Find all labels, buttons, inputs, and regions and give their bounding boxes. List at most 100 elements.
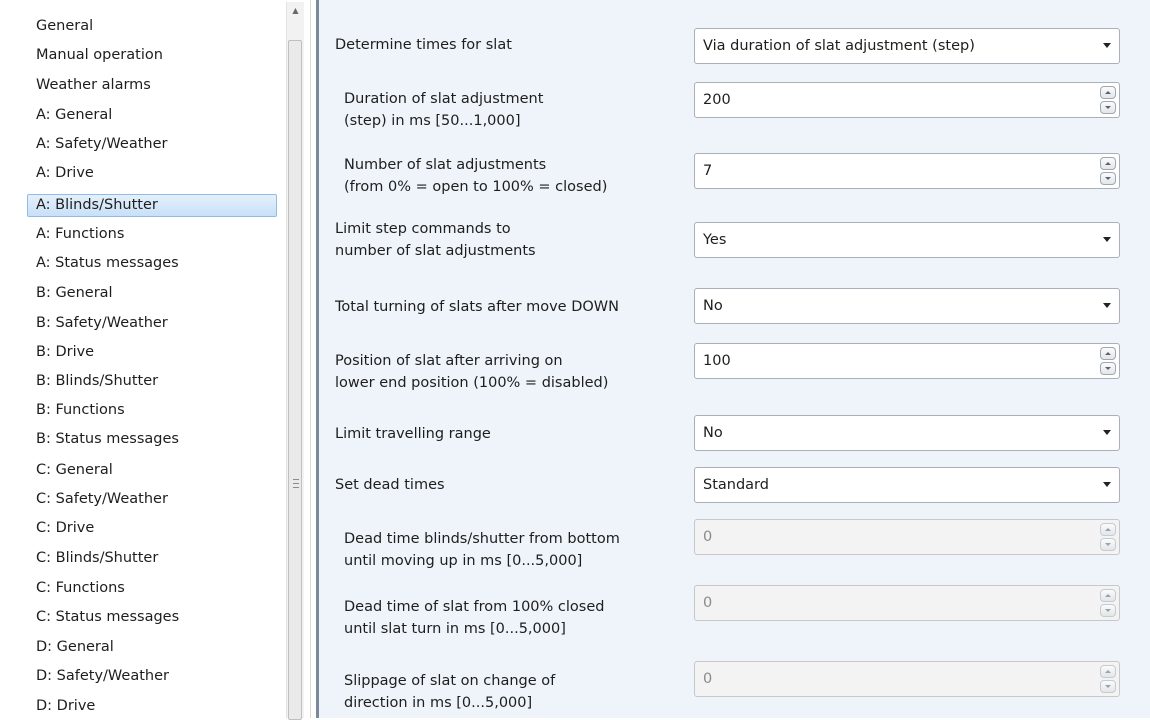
tree-item[interactable]: General [28,15,278,38]
parameter-label-line: lower end position (100% = disabled) [335,375,609,391]
parameter-dropdown[interactable]: No [694,288,1120,324]
spinner-buttons [1100,86,1116,114]
parameter-spinner[interactable]: 200 [694,82,1120,118]
parameter-label: Determine times for slat [335,34,512,56]
spin-up-button [1100,665,1116,678]
parameter-label-line: Number of slat adjustments [344,157,547,173]
spin-up-button [1100,523,1116,536]
spinner-buttons [1100,589,1116,617]
parameter-dropdown[interactable]: No [694,415,1120,451]
parameter-dropdown[interactable]: Via duration of slat adjustment (step) [694,28,1120,64]
parameter-label-line: Total turning of slats after move DOWN [335,299,619,315]
tree-item[interactable]: B: Status messages [28,428,278,451]
tree-item[interactable]: B: Blinds/Shutter [28,370,278,393]
scroll-up-arrow-icon[interactable]: ▲ [287,2,304,19]
arrow-down-icon [1105,177,1111,180]
parameter-label-line: Slippage of slat on change of [344,673,556,689]
arrow-down-icon [1105,367,1111,370]
tree-item[interactable]: A: Functions [28,223,278,246]
parameter-spinner: 0 [694,661,1120,697]
parameter-label: Duration of slat adjustment (step) in ms … [344,88,543,132]
spin-down-button [1100,680,1116,693]
tree-item[interactable]: A: Safety/Weather [28,133,278,156]
tree-item[interactable]: B: Drive [28,341,278,364]
parameter-label-line: Dead time blinds/shutter from bottom [344,531,620,547]
parameter-label-line: Position of slat after arriving on [335,353,563,369]
tree-item[interactable]: Manual operation [28,44,278,67]
tree-item[interactable]: C: Status messages [28,606,278,629]
tree-item[interactable]: A: General [28,104,278,127]
dropdown-value: No [703,298,723,314]
spinner-buttons [1100,347,1116,375]
parameter-label-line: number of slat adjustments [335,243,536,259]
dropdown-value: No [703,425,723,441]
spinner-value: 0 [703,671,713,687]
tree-item[interactable]: D: General [28,636,278,659]
spin-up-button[interactable] [1100,86,1116,99]
tree-item[interactable]: C: Blinds/Shutter [28,547,278,570]
parameter-label: Number of slat adjustments (from 0% = ope… [344,154,607,198]
tree-item[interactable]: C: General [28,459,278,482]
tree-item[interactable]: B: General [28,282,278,305]
arrow-down-icon [1105,106,1111,109]
tree-item[interactable]: C: Drive [28,517,278,540]
parameter-label: Limit travelling range [335,423,491,445]
parameter-spinner: 0 [694,585,1120,621]
spinner-value: 0 [703,595,713,611]
arrow-up-icon [1105,162,1111,165]
spinner-value: 200 [703,92,731,108]
parameter-label-line: Set dead times [335,477,445,493]
dropdown-value: Yes [703,232,727,248]
spin-up-button [1100,589,1116,602]
tree-item[interactable]: D: Safety/Weather [28,665,278,688]
tree-item[interactable]: A: Drive [28,162,278,185]
tree-item[interactable]: D: Drive [28,695,278,718]
parameter-label: Dead time blinds/shutter from bottom unti… [344,528,620,572]
parameter-dropdown[interactable]: Standard [694,467,1120,503]
parameter-label-line: Limit step commands to [335,221,511,237]
spin-down-button [1100,538,1116,551]
dropdown-arrow-icon[interactable] [1103,303,1111,308]
spin-down-button[interactable] [1100,101,1116,114]
spin-down-button[interactable] [1100,362,1116,375]
tree-item[interactable]: A: Blinds/Shutter [27,194,277,217]
parameter-label-line: until slat turn in ms [0...5,000] [344,621,566,637]
arrow-up-icon [1105,91,1111,94]
parameter-label-line: Limit travelling range [335,426,491,442]
arrow-down-icon [1105,609,1111,612]
spin-down-button [1100,604,1116,617]
parameter-dropdown[interactable]: Yes [694,222,1120,258]
parameter-label-line: direction in ms [0...5,000] [344,695,533,711]
scroll-thumb[interactable] [288,40,302,720]
parameter-label-line: Dead time of slat from 100% closed [344,599,605,615]
tree-item[interactable]: A: Status messages [28,252,278,275]
spinner-value: 0 [703,529,713,545]
spin-up-button[interactable] [1100,157,1116,170]
parameter-label: Slippage of slat on change of direction i… [344,670,555,714]
dropdown-arrow-icon[interactable] [1103,43,1111,48]
dropdown-arrow-icon[interactable] [1103,237,1111,242]
tree-item[interactable]: C: Functions [28,577,278,600]
spinner-buttons [1100,665,1116,693]
parameter-label: Total turning of slats after move DOWN [335,296,619,318]
parameter-spinner[interactable]: 7 [694,153,1120,189]
parameter-tree-list: General Manual operation Weather alarms A: … [0,0,290,718]
parameter-label: Set dead times [335,474,445,496]
spin-down-button[interactable] [1100,172,1116,185]
tree-item[interactable]: B: Safety/Weather [28,312,278,335]
dropdown-value: Via duration of slat adjustment (step) [703,38,975,54]
parameter-label-line: Duration of slat adjustment [344,91,544,107]
dropdown-arrow-icon[interactable] [1103,430,1111,435]
dropdown-arrow-icon[interactable] [1103,482,1111,487]
parameter-spinner: 0 [694,519,1120,555]
tree-item[interactable]: C: Safety/Weather [28,488,278,511]
parameter-label-line: Determine times for slat [335,37,512,53]
tree-item[interactable]: B: Functions [28,399,278,422]
parameter-label-line: (step) in ms [50...1,000] [344,113,521,129]
grip-icon [293,479,299,491]
parameter-spinner[interactable]: 100 [694,343,1120,379]
tree-item[interactable]: Weather alarms [28,74,278,97]
arrow-up-icon [1105,670,1111,673]
spin-up-button[interactable] [1100,347,1116,360]
tree-scrollbar[interactable]: ▲ [286,2,304,720]
